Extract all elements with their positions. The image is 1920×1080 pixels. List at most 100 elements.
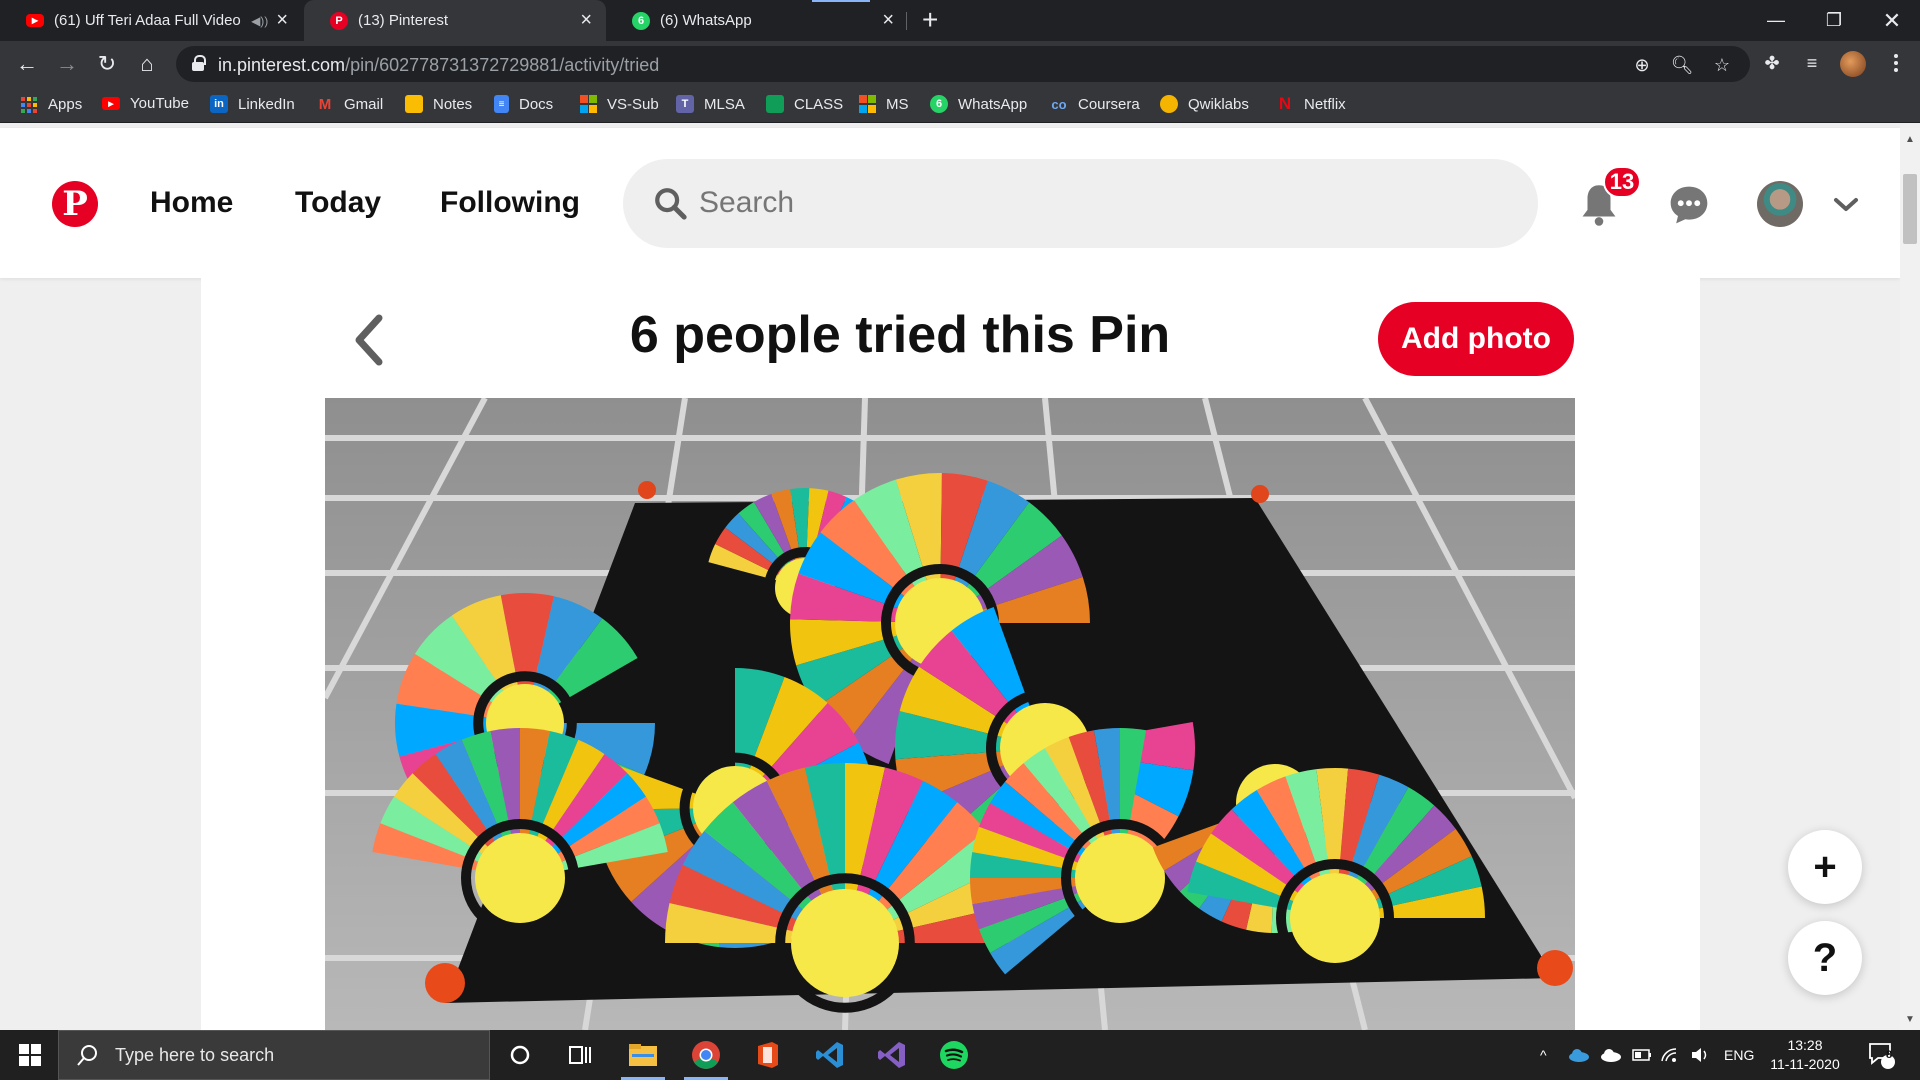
bookmark-label: Coursera bbox=[1078, 95, 1140, 113]
task-view-icon[interactable] bbox=[550, 1030, 610, 1080]
system-clock[interactable]: 13:28 11-11-2020 bbox=[1760, 1036, 1850, 1074]
windows-taskbar: Type here to search ^ ENG 13:28 11-11-20… bbox=[0, 1030, 1920, 1080]
tab-pinterest[interactable]: P (13) Pinterest × bbox=[304, 0, 606, 41]
bookmark-whatsapp[interactable]: 6 WhatsApp bbox=[930, 95, 1027, 113]
bookmark-apps[interactable]: Apps bbox=[20, 95, 82, 113]
pin-image-rangoli[interactable] bbox=[325, 398, 1575, 1030]
media-controls-icon[interactable]: ≡ bbox=[1798, 49, 1826, 77]
scroll-down-arrow-icon[interactable]: ▼ bbox=[1903, 1012, 1917, 1026]
qwiklabs-icon bbox=[1160, 95, 1178, 113]
bookmark-vs-sub[interactable]: VS-Sub bbox=[579, 95, 659, 113]
cortana-icon[interactable] bbox=[490, 1030, 550, 1080]
rangoli-fan-hub bbox=[791, 889, 899, 997]
bookmark-ms[interactable]: MS bbox=[858, 95, 909, 113]
youtube-icon: ▶ bbox=[102, 97, 120, 110]
nav-following[interactable]: Following bbox=[440, 186, 580, 220]
tab-divider bbox=[906, 12, 907, 30]
bookmark-label: YouTube bbox=[130, 95, 189, 112]
close-tab-icon[interactable]: × bbox=[276, 9, 288, 32]
rangoli-fan-hub bbox=[1290, 873, 1380, 963]
wifi-icon[interactable] bbox=[1660, 1030, 1680, 1080]
help-question-button[interactable]: ? bbox=[1788, 921, 1862, 995]
bookmark-coursera[interactable]: co Coursera bbox=[1050, 95, 1140, 113]
user-avatar[interactable] bbox=[1757, 181, 1803, 227]
battery-icon[interactable] bbox=[1632, 1030, 1652, 1080]
extensions-puzzle-icon[interactable]: ✤ bbox=[1758, 49, 1786, 77]
address-bar[interactable]: in.pinterest.com/pin/602778731372729881/… bbox=[176, 46, 1750, 82]
tab-youtube[interactable]: ▶ (61) Uff Teri Adaa Full Video ◀︎)) × bbox=[0, 0, 302, 41]
bookmark-label: Netflix bbox=[1304, 95, 1346, 113]
bookmark-youtube[interactable]: ▶ YouTube bbox=[102, 95, 189, 112]
windows-start-icon[interactable] bbox=[0, 1030, 60, 1080]
bookmark-label: Qwiklabs bbox=[1188, 95, 1249, 113]
search-box[interactable] bbox=[623, 159, 1538, 248]
bookmark-mlsa[interactable]: T MLSA bbox=[676, 95, 745, 113]
chevron-down-icon[interactable] bbox=[1823, 182, 1869, 228]
bookmark-docs[interactable]: ≡ Docs bbox=[494, 95, 553, 113]
create-plus-button[interactable]: + bbox=[1788, 830, 1862, 904]
muted-audio-icon[interactable]: ◀︎)) bbox=[251, 14, 268, 28]
bookmark-star-icon[interactable]: ☆ bbox=[1710, 53, 1734, 77]
close-tab-icon[interactable]: × bbox=[882, 9, 894, 32]
pinterest-logo-icon[interactable]: P bbox=[52, 181, 98, 227]
bookmark-qwiklabs[interactable]: Qwiklabs bbox=[1160, 95, 1249, 113]
back-arrow-icon[interactable]: ← bbox=[12, 49, 42, 79]
search-input[interactable] bbox=[699, 179, 1499, 227]
taskbar-search-box[interactable]: Type here to search bbox=[58, 1030, 490, 1080]
file-explorer-icon[interactable] bbox=[613, 1030, 673, 1080]
tab-whatsapp[interactable]: 6 (6) WhatsApp × bbox=[606, 0, 908, 41]
nav-today[interactable]: Today bbox=[295, 186, 381, 220]
bookmark-notes[interactable]: Notes bbox=[405, 95, 472, 113]
home-icon[interactable]: ⌂ bbox=[132, 49, 162, 79]
gmail-icon: M bbox=[318, 95, 332, 113]
browser-toolbar: ← → ↻ ⌂ in.pinterest.com/pin/60277873137… bbox=[0, 41, 1920, 87]
back-chevron-icon[interactable] bbox=[349, 312, 389, 368]
zoom-icon[interactable]: 🔍︎ bbox=[1670, 53, 1694, 77]
whatsapp-icon: 6 bbox=[632, 11, 650, 30]
bookmark-netflix[interactable]: N Netflix bbox=[1276, 94, 1346, 113]
close-tab-icon[interactable]: × bbox=[580, 9, 592, 32]
bookmark-class[interactable]: CLASS bbox=[766, 95, 843, 113]
apps-grid-icon bbox=[20, 95, 38, 113]
bookmark-label: MS bbox=[886, 95, 909, 113]
show-hidden-icons-chevron-icon[interactable]: ^ bbox=[1540, 1030, 1547, 1080]
lock-icon[interactable] bbox=[192, 55, 206, 71]
spotify-icon[interactable] bbox=[924, 1030, 984, 1080]
chrome-icon[interactable] bbox=[676, 1030, 736, 1080]
restore-icon[interactable]: ❐ bbox=[1806, 0, 1862, 41]
forward-arrow-icon[interactable]: → bbox=[52, 49, 82, 79]
bookmark-label: Notes bbox=[433, 95, 473, 113]
microsoft-icon bbox=[858, 95, 876, 113]
add-photo-button[interactable]: Add photo bbox=[1378, 302, 1574, 376]
scrollbar-thumb[interactable] bbox=[1903, 174, 1917, 244]
bookmark-linkedin[interactable]: in LinkedIn bbox=[210, 95, 295, 113]
whatsapp-icon: 6 bbox=[930, 95, 948, 113]
scroll-up-arrow-icon[interactable]: ▲ bbox=[1903, 132, 1917, 146]
search-icon bbox=[77, 1045, 97, 1066]
new-tab-icon[interactable]: + bbox=[922, 4, 938, 36]
microsoft-icon bbox=[579, 95, 597, 113]
install-app-icon[interactable]: ⊕ bbox=[1630, 53, 1654, 77]
minimize-icon[interactable]: — bbox=[1748, 0, 1804, 41]
nav-home[interactable]: Home bbox=[150, 186, 233, 220]
language-indicator[interactable]: ENG bbox=[1724, 1030, 1754, 1080]
volume-icon[interactable] bbox=[1690, 1030, 1710, 1080]
clock-time: 13:28 bbox=[1787, 1037, 1823, 1053]
office-icon[interactable] bbox=[738, 1030, 798, 1080]
browser-menu-icon[interactable] bbox=[1886, 49, 1906, 77]
bookmark-gmail[interactable]: M Gmail bbox=[316, 95, 383, 113]
messages-chat-icon[interactable] bbox=[1666, 182, 1712, 228]
vscode-icon[interactable] bbox=[800, 1030, 860, 1080]
close-window-icon[interactable]: ✕ bbox=[1864, 0, 1920, 41]
notes-icon bbox=[405, 95, 423, 113]
clock-date: 11-11-2020 bbox=[1770, 1056, 1840, 1072]
docs-icon: ≡ bbox=[494, 95, 509, 113]
visual-studio-icon[interactable] bbox=[862, 1030, 922, 1080]
onedrive-personal-cloud-icon[interactable] bbox=[1600, 1030, 1622, 1080]
teams-icon: T bbox=[676, 95, 694, 113]
page-scrollbar[interactable] bbox=[1900, 128, 1920, 1030]
linkedin-icon: in bbox=[210, 95, 228, 113]
onedrive-cloud-icon[interactable] bbox=[1568, 1030, 1590, 1080]
reload-icon[interactable]: ↻ bbox=[92, 49, 122, 79]
browser-profile-avatar[interactable] bbox=[1840, 51, 1866, 77]
